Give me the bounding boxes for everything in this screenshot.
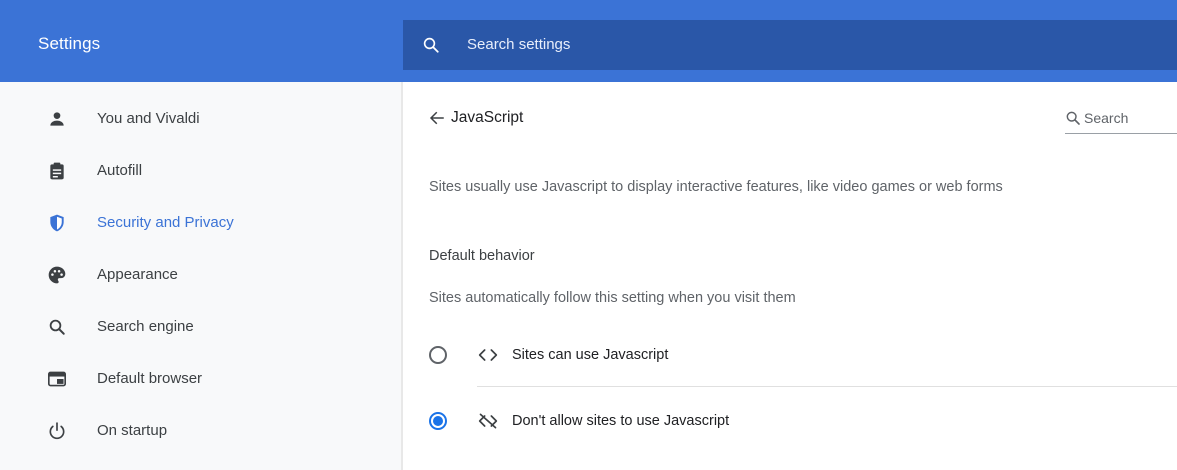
- shield-icon: [45, 211, 69, 235]
- power-icon: [45, 419, 69, 443]
- section-heading: Default behavior: [429, 248, 535, 264]
- sidebar-item-label: Security and Privacy: [97, 214, 234, 231]
- arrow-back-icon: [429, 111, 444, 125]
- sidebar-item-label: Search engine: [97, 318, 194, 335]
- browser-window-icon: [45, 367, 69, 391]
- page-search-field[interactable]: Search: [1065, 102, 1177, 134]
- sidebar-item-label: You and Vivaldi: [97, 110, 200, 127]
- search-icon: [45, 315, 69, 339]
- sidebar-item-label: Default browser: [97, 370, 203, 387]
- palette-icon: [45, 263, 69, 287]
- sidebar-item-you-and-vivaldi[interactable]: You and Vivaldi: [0, 92, 403, 144]
- back-button[interactable]: [425, 106, 449, 130]
- sidebar-item-on-startup[interactable]: On startup: [0, 404, 403, 456]
- sidebar-item-appearance[interactable]: Appearance: [0, 248, 403, 300]
- settings-title: Settings: [38, 34, 101, 53]
- sidebar-item-label: On startup: [97, 422, 168, 439]
- page-description: Sites usually use Javascript to display …: [429, 179, 1003, 195]
- option-allow-javascript[interactable]: Sites can use Javascript: [403, 329, 1177, 383]
- main-content: JavaScript Search Sites usually use Java…: [403, 82, 1177, 470]
- sidebar: You and Vivaldi Autofill Security and Pr…: [0, 82, 403, 470]
- sidebar-item-search-engine[interactable]: Search engine: [0, 300, 403, 352]
- option-label: Don't allow sites to use Javascript: [512, 413, 730, 429]
- block-javascript-radio[interactable]: [429, 412, 447, 430]
- sidebar-item-label: Appearance: [97, 266, 178, 283]
- sidebar-item-default-browser[interactable]: Default browser: [0, 352, 403, 404]
- option-divider: [477, 386, 1177, 387]
- option-block-javascript[interactable]: Don't allow sites to use Javascript: [403, 395, 1177, 449]
- settings-header: Settings Search settings: [0, 0, 1177, 82]
- page-title: JavaScript: [451, 109, 524, 126]
- code-icon: [477, 344, 499, 366]
- clipboard-icon: [45, 159, 69, 183]
- option-label: Sites can use Javascript: [512, 347, 669, 363]
- person-icon: [45, 107, 69, 131]
- search-settings-box[interactable]: Search settings: [403, 20, 1177, 70]
- search-icon: [1066, 111, 1080, 125]
- sidebar-item-autofill[interactable]: Autofill: [0, 144, 403, 196]
- allow-javascript-radio[interactable]: [429, 346, 447, 364]
- page-search-input[interactable]: Search: [1084, 110, 1128, 126]
- search-settings-input[interactable]: Search settings: [467, 36, 570, 53]
- sidebar-item-label: Autofill: [97, 162, 143, 179]
- sidebar-item-security-and-privacy[interactable]: Security and Privacy: [0, 196, 403, 248]
- code-off-icon: [477, 410, 499, 432]
- search-icon: [423, 37, 439, 53]
- section-subtitle: Sites automatically follow this setting …: [429, 290, 796, 306]
